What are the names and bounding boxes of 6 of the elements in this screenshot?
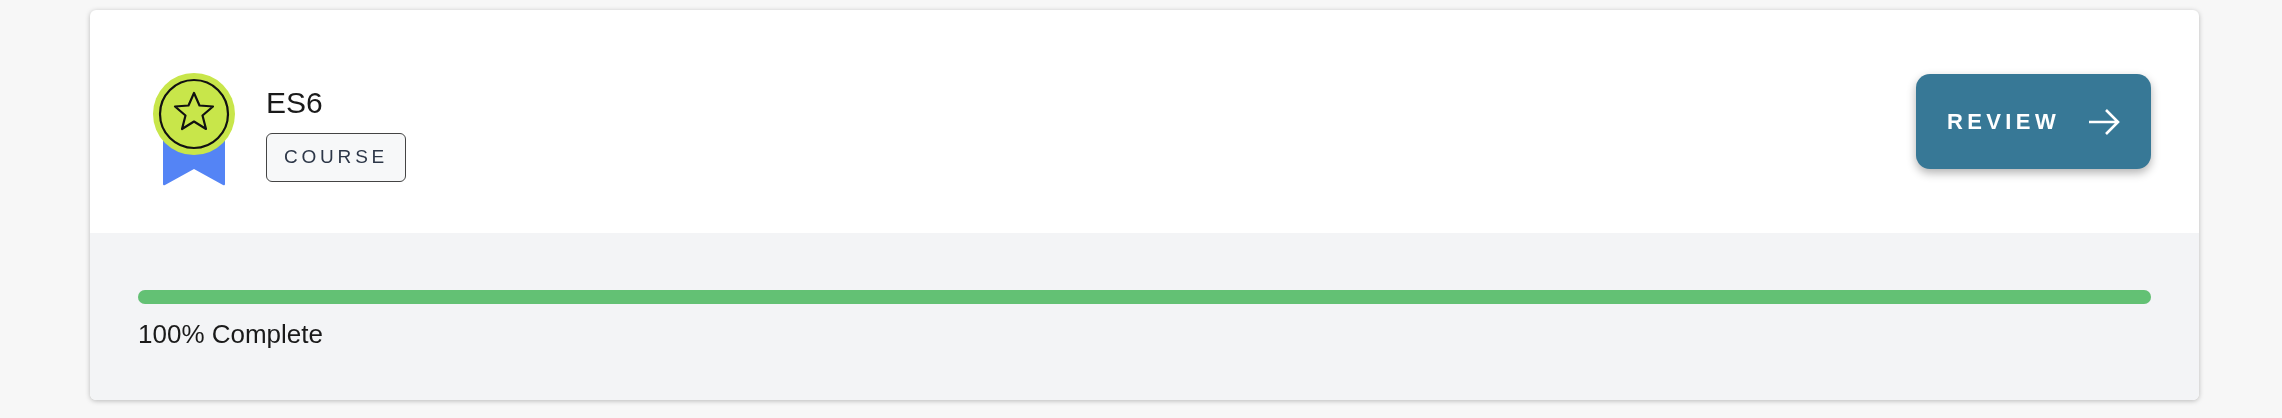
- progress-label: 100% Complete: [138, 318, 324, 351]
- medal-icon: [153, 73, 235, 186]
- review-button[interactable]: REVIEW: [1916, 74, 2151, 169]
- arrow-right-icon: [2088, 107, 2121, 136]
- course-tag: COURSE: [266, 133, 407, 182]
- course-title: ES6: [266, 85, 323, 121]
